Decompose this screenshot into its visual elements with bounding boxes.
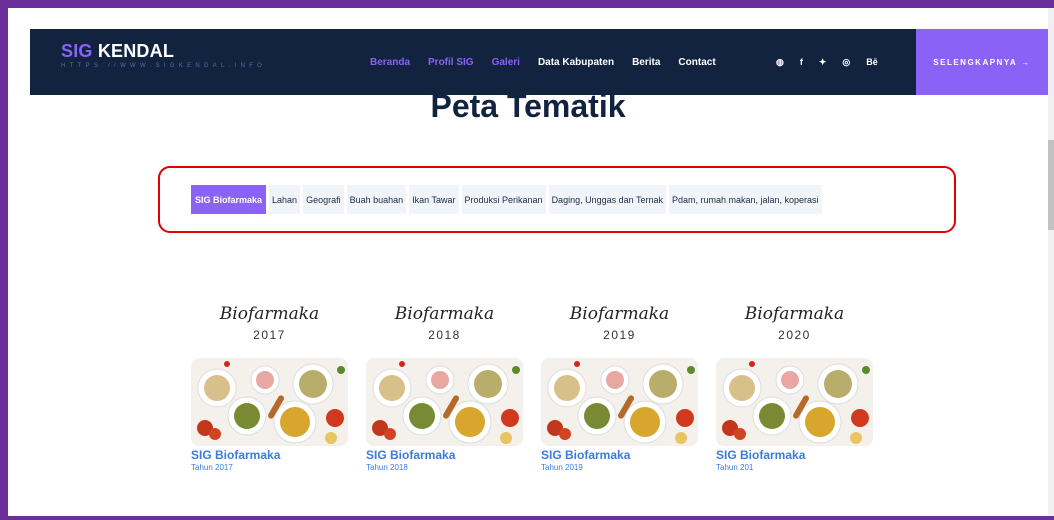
gallery-card[interactable]: Biofarmaka 2019 SIG Biofarmaka Tahun 201… <box>541 298 698 472</box>
cover-year: 2018 <box>428 328 461 342</box>
gallery-card[interactable]: Biofarmaka 2017 SIG Biofarmaka Tahun 201… <box>191 298 348 472</box>
card-image[interactable]: Biofarmaka 2017 <box>191 298 348 446</box>
brand-name: KENDAL <box>97 41 175 61</box>
scrollbar-thumb[interactable] <box>1048 140 1054 230</box>
instagram-icon[interactable]: ◎ <box>842 57 850 68</box>
filter-daging-unggas-ternak[interactable]: Daging, Unggas dan Ternak <box>548 185 666 214</box>
selengkapnya-button[interactable]: SELENGKAPNYA → <box>916 29 1048 95</box>
filter-produksi-perikanan[interactable]: Produksi Perikanan <box>461 185 546 214</box>
card-title[interactable]: SIG Biofarmaka <box>366 448 523 462</box>
social-links: ◍ f ✦ ◎ Bē <box>776 29 878 95</box>
card-title[interactable]: SIG Biofarmaka <box>716 448 873 462</box>
navbar: SIG KENDAL HTTPS://WWW.SIGKENDAL.INFO Be… <box>30 29 1048 95</box>
card-title[interactable]: SIG Biofarmaka <box>541 448 698 462</box>
vertical-scrollbar[interactable] <box>1048 8 1054 516</box>
nav-galeri[interactable]: Galeri <box>492 57 520 68</box>
card-subtitle: Tahun 2017 <box>191 463 233 472</box>
card-image[interactable]: Biofarmaka 2019 <box>541 298 698 446</box>
card-image[interactable]: Biofarmaka 2018 <box>366 298 523 446</box>
food-bowls-illustration <box>366 358 523 446</box>
dribbble-icon[interactable]: ◍ <box>776 57 784 68</box>
filter-sig-biofarmaka[interactable]: SIG Biofarmaka <box>191 185 267 214</box>
arrow-right-icon: → <box>1021 57 1031 67</box>
filter-pdam-rumah-makan[interactable]: Pdam, rumah makan, jalan, koperasi <box>668 185 822 214</box>
brand-title: SIG KENDAL <box>61 41 266 62</box>
brand-logo[interactable]: SIG KENDAL HTTPS://WWW.SIGKENDAL.INFO <box>61 41 266 69</box>
food-bowls-illustration <box>541 358 698 446</box>
filter-geografi[interactable]: Geografi <box>303 185 344 214</box>
gallery-card[interactable]: Biofarmaka 2020 SIG Biofarmaka Tahun 201 <box>716 298 873 472</box>
nav-menu: Beranda Profil SIG Galeri Data Kabupaten… <box>370 29 716 95</box>
food-bowls-illustration <box>191 358 348 446</box>
card-subtitle: Tahun 2018 <box>366 463 408 472</box>
cover-year: 2020 <box>778 328 811 342</box>
nav-beranda[interactable]: Beranda <box>370 57 410 68</box>
filter-ikan-tawar[interactable]: Ikan Tawar <box>409 185 459 214</box>
brand-name-accent: SIG <box>61 41 93 61</box>
card-image[interactable]: Biofarmaka 2020 <box>716 298 873 446</box>
page-title: Peta Tematik <box>430 88 626 124</box>
cover-year: 2019 <box>603 328 636 342</box>
cover-title: Biofarmaka <box>744 304 845 324</box>
nav-berita[interactable]: Berita <box>632 57 660 68</box>
food-bowls-illustration <box>716 358 873 446</box>
cta-label: SELENGKAPNYA <box>933 57 1018 67</box>
filter-buah-buahan[interactable]: Buah buahan <box>346 185 407 214</box>
nav-data-kabupaten[interactable]: Data Kabupaten <box>538 57 614 68</box>
card-subtitle: Tahun 201 <box>716 463 754 472</box>
twitter-icon[interactable]: ✦ <box>819 57 827 68</box>
gallery-card[interactable]: Biofarmaka 2018 SIG Biofarmaka Tahun 201… <box>366 298 523 472</box>
card-subtitle: Tahun 2019 <box>541 463 583 472</box>
cover-title: Biofarmaka <box>569 304 670 324</box>
card-title[interactable]: SIG Biofarmaka <box>191 448 348 462</box>
filter-lahan[interactable]: Lahan <box>269 185 301 214</box>
cover-title: Biofarmaka <box>394 304 495 324</box>
behance-icon[interactable]: Bē <box>866 57 878 67</box>
nav-profil-sig[interactable]: Profil SIG <box>428 57 474 68</box>
facebook-icon[interactable]: f <box>800 57 803 67</box>
filter-bar: SIG Biofarmaka Lahan Geografi Buah buaha… <box>191 185 822 214</box>
nav-contact[interactable]: Contact <box>678 57 715 68</box>
cover-year: 2017 <box>253 328 286 342</box>
card-grid: Biofarmaka 2017 SIG Biofarmaka Tahun 201… <box>191 298 873 472</box>
cover-title: Biofarmaka <box>219 304 320 324</box>
page: SIG KENDAL HTTPS://WWW.SIGKENDAL.INFO Be… <box>8 8 1048 516</box>
brand-url: HTTPS://WWW.SIGKENDAL.INFO <box>61 63 267 69</box>
